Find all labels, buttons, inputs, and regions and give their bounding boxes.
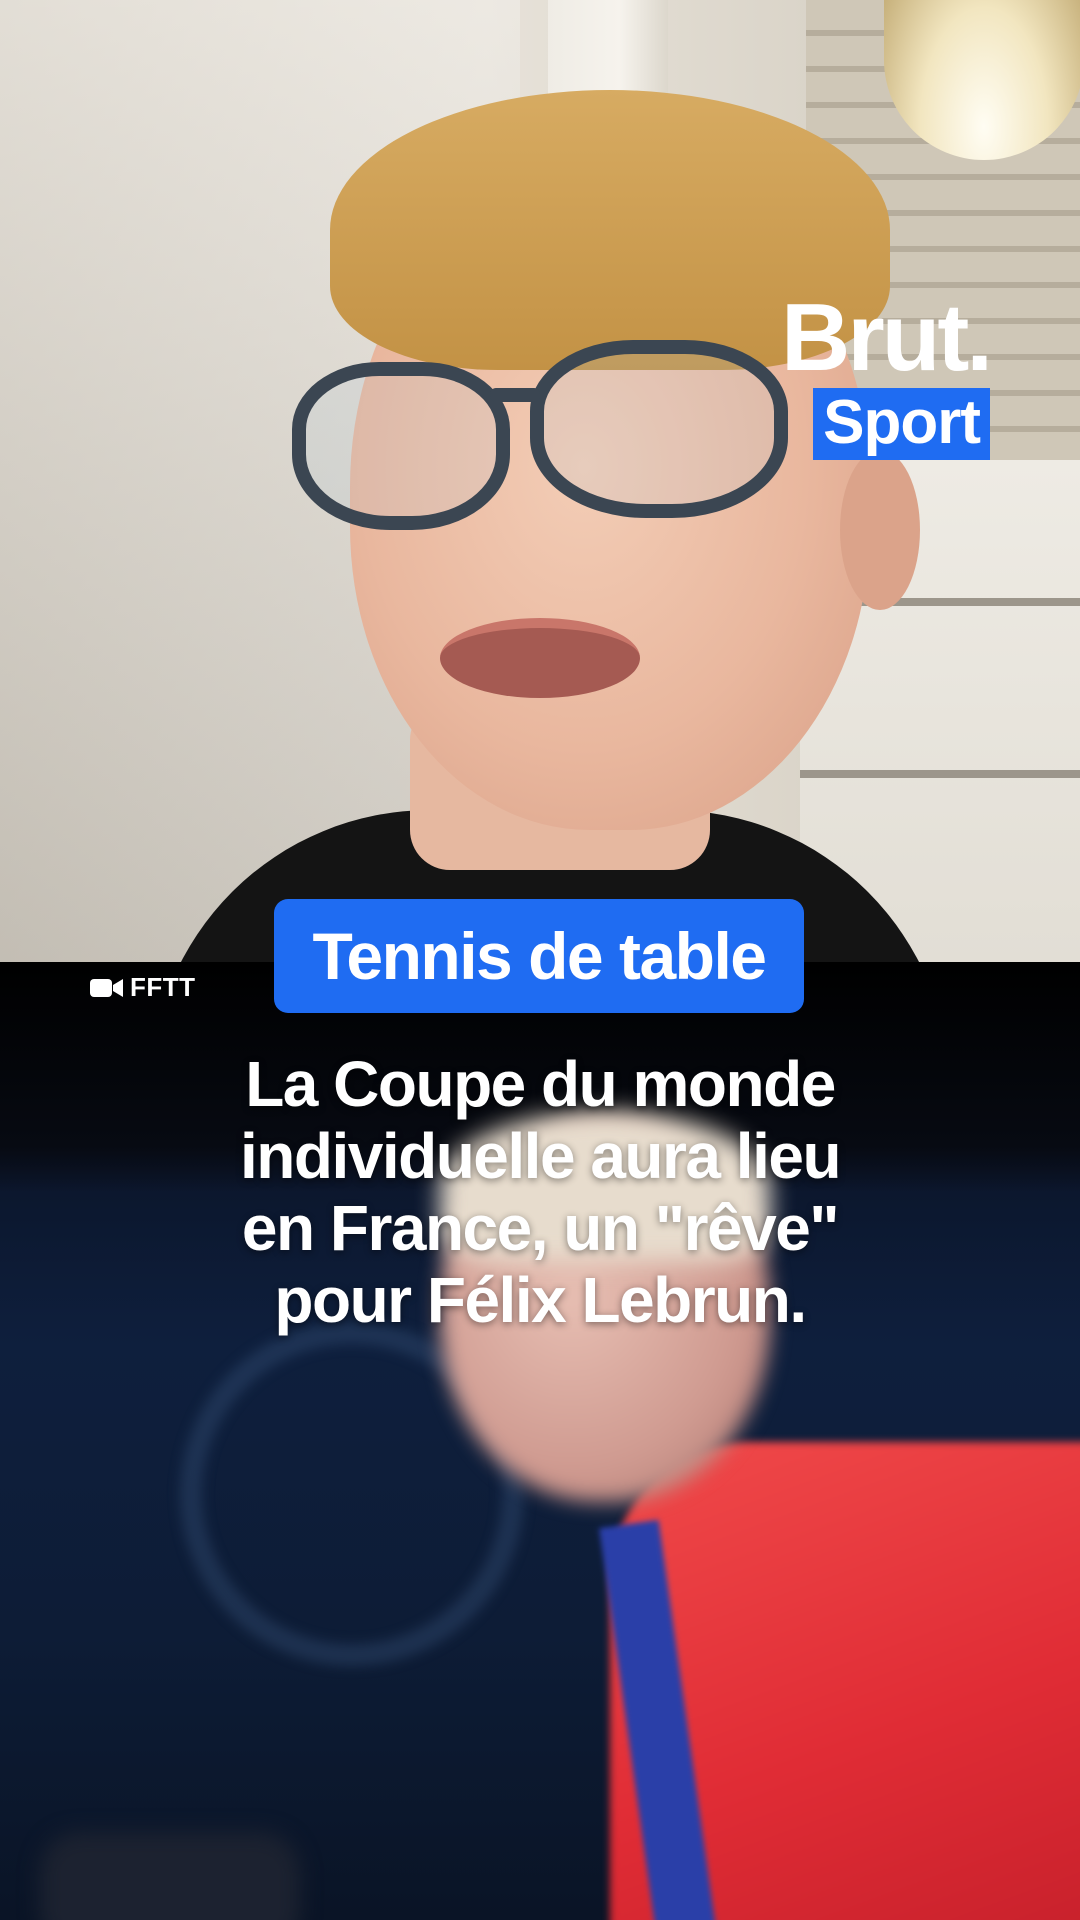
glasses-bridge <box>490 388 540 402</box>
cabinet-edge <box>800 770 1080 778</box>
interviewee-ear <box>840 450 920 610</box>
brand-name: Brut. <box>781 284 993 391</box>
video-camera-icon <box>90 978 123 997</box>
glasses-right-lens <box>530 340 788 518</box>
caption: La Coupe du monde individuelle aura lieu… <box>140 1048 940 1336</box>
caption-line: individuelle aura lieu <box>239 1120 842 1192</box>
brand-logo: Brut. Sport <box>781 284 993 460</box>
foreground-camera <box>40 1832 300 1920</box>
interview-video-panel <box>0 0 1080 962</box>
glasses-left-lens <box>292 362 510 530</box>
caption-line: pour Félix Lebrun. <box>274 1264 807 1336</box>
brand-section-badge: Sport <box>813 388 990 460</box>
caption-line: La Coupe du monde <box>245 1048 836 1120</box>
interviewee-mouth <box>440 618 640 698</box>
footage-credit: FFTT <box>90 972 196 1003</box>
video-frame[interactable]: Brut. Sport Tennis de table FFTT La Coup… <box>0 0 1080 1920</box>
category-badge: Tennis de table <box>274 899 804 1013</box>
credit-label: FFTT <box>130 972 196 1002</box>
caption-line: en France, un "rêve" <box>241 1192 840 1264</box>
